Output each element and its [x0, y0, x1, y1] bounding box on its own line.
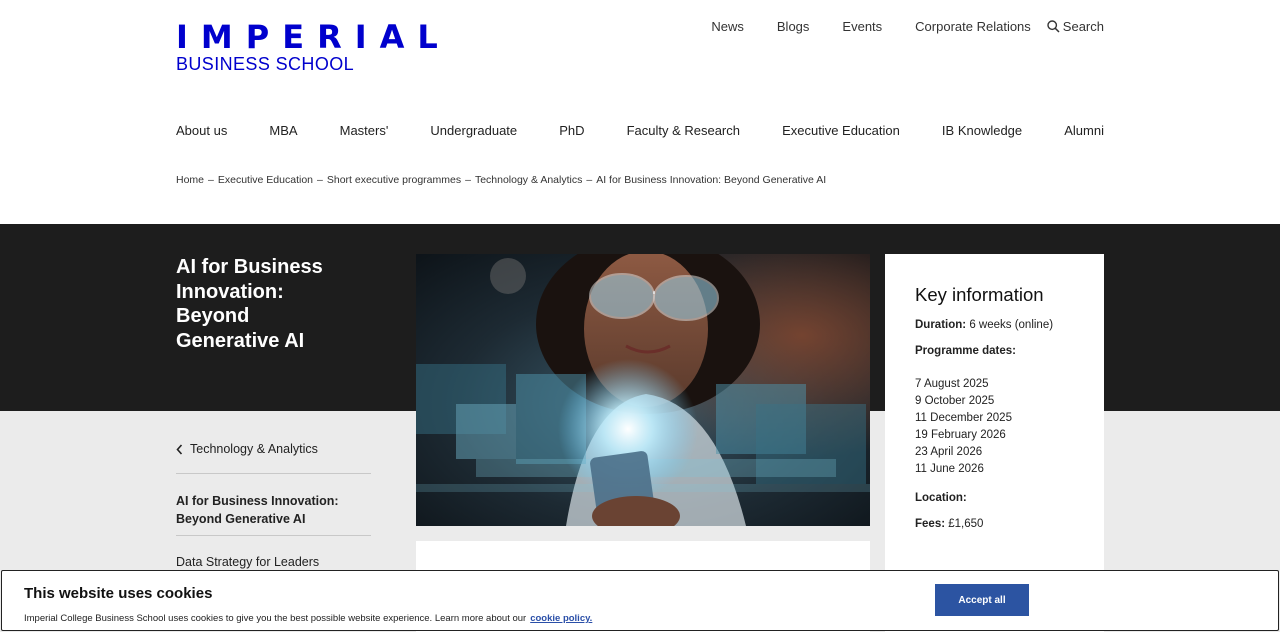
breadcrumb-separator: –: [208, 174, 214, 186]
side-nav-back-label: Technology & Analytics: [190, 442, 318, 456]
util-link-corporate-relations[interactable]: Corporate Relations: [915, 19, 1031, 34]
nav-masters[interactable]: Masters': [340, 123, 389, 138]
nav-phd[interactable]: PhD: [559, 123, 584, 138]
util-link-blogs[interactable]: Blogs: [777, 19, 810, 34]
nav-ib-knowledge[interactable]: IB Knowledge: [942, 123, 1022, 138]
cookie-policy-link[interactable]: cookie policy.: [530, 613, 592, 624]
hero-image: [416, 254, 870, 526]
duration-label: Duration:: [915, 319, 967, 331]
fees-value: £1,650: [948, 518, 984, 530]
imperial-logo[interactable]: IMPERIAL BUSINESS SCHOOL: [176, 20, 451, 73]
breadcrumb-technology-analytics[interactable]: Technology & Analytics: [475, 174, 582, 186]
cookie-banner-message: Imperial College Business School uses co…: [24, 613, 527, 624]
page-title: AI for Business Innovation: Beyond Gener…: [176, 256, 323, 352]
logo-wordmark: IMPERIAL: [176, 18, 451, 56]
cookie-banner-title: This website uses cookies: [24, 585, 213, 602]
breadcrumb-executive-education[interactable]: Executive Education: [218, 174, 313, 186]
breadcrumb: Home – Executive Education – Short executive…: [176, 174, 826, 186]
programme-dates-list: 7 August 2025 9 October 2025 11 December…: [915, 376, 1074, 478]
programme-date: 11 December 2025: [915, 412, 1012, 424]
breadcrumb-separator: –: [465, 174, 471, 186]
side-nav-item-data-strategy[interactable]: Data Strategy for Leaders: [176, 555, 319, 569]
duration-row: Duration: 6 weeks (online): [915, 319, 1074, 331]
accept-all-button[interactable]: Accept all: [935, 584, 1029, 616]
duration-value: 6 weeks (online): [969, 319, 1054, 331]
search-button[interactable]: Search: [1047, 19, 1104, 34]
logo-subtitle: BUSINESS SCHOOL: [176, 54, 355, 74]
breadcrumb-home[interactable]: Home: [176, 174, 204, 186]
utility-nav: News Blogs Events Corporate Relations Se…: [678, 19, 1104, 34]
breadcrumb-separator: –: [317, 174, 323, 186]
side-nav-divider: [176, 535, 371, 536]
search-icon: [1047, 20, 1060, 33]
nav-about-us[interactable]: About us: [176, 123, 227, 138]
search-label: Search: [1062, 19, 1104, 34]
location-label: Location:: [915, 492, 967, 504]
side-nav-divider: [176, 473, 371, 474]
side-nav-back-link[interactable]: Technology & Analytics: [176, 442, 318, 456]
cookie-banner: This website uses cookies Imperial Colle…: [1, 570, 1279, 631]
side-nav-item-active[interactable]: AI for Business Innovation: Beyond Gener…: [176, 492, 371, 528]
nav-alumni[interactable]: Alumni: [1064, 123, 1104, 138]
util-link-news[interactable]: News: [711, 19, 744, 34]
breadcrumb-separator: –: [586, 174, 593, 186]
breadcrumb-short-programmes[interactable]: Short executive programmes: [327, 174, 461, 186]
nav-executive-education[interactable]: Executive Education: [782, 123, 900, 138]
programme-dates-label: Programme dates:: [915, 345, 1016, 357]
chevron-left-icon: [176, 443, 183, 455]
nav-mba[interactable]: MBA: [269, 123, 297, 138]
programme-date: 9 October 2025: [915, 395, 995, 407]
nav-undergraduate[interactable]: Undergraduate: [430, 123, 517, 138]
nav-faculty-research[interactable]: Faculty & Research: [627, 123, 740, 138]
programme-date: 19 February 2026: [915, 429, 1006, 441]
cookie-banner-text: Imperial College Business School uses co…: [24, 613, 592, 624]
programme-date: 23 April 2026: [915, 446, 983, 458]
main-nav: About us MBA Masters' Undergraduate PhD …: [176, 123, 1104, 138]
breadcrumb-current: AI for Business Innovation: Beyond Gener…: [596, 174, 827, 186]
fees-row: Fees: £1,650: [915, 518, 1074, 530]
key-info-heading: Key information: [915, 284, 1044, 305]
fees-label: Fees:: [915, 518, 946, 530]
util-link-events[interactable]: Events: [842, 19, 882, 34]
programme-date: 7 August 2025: [915, 378, 989, 390]
programme-date: 11 June 2026: [915, 463, 984, 475]
